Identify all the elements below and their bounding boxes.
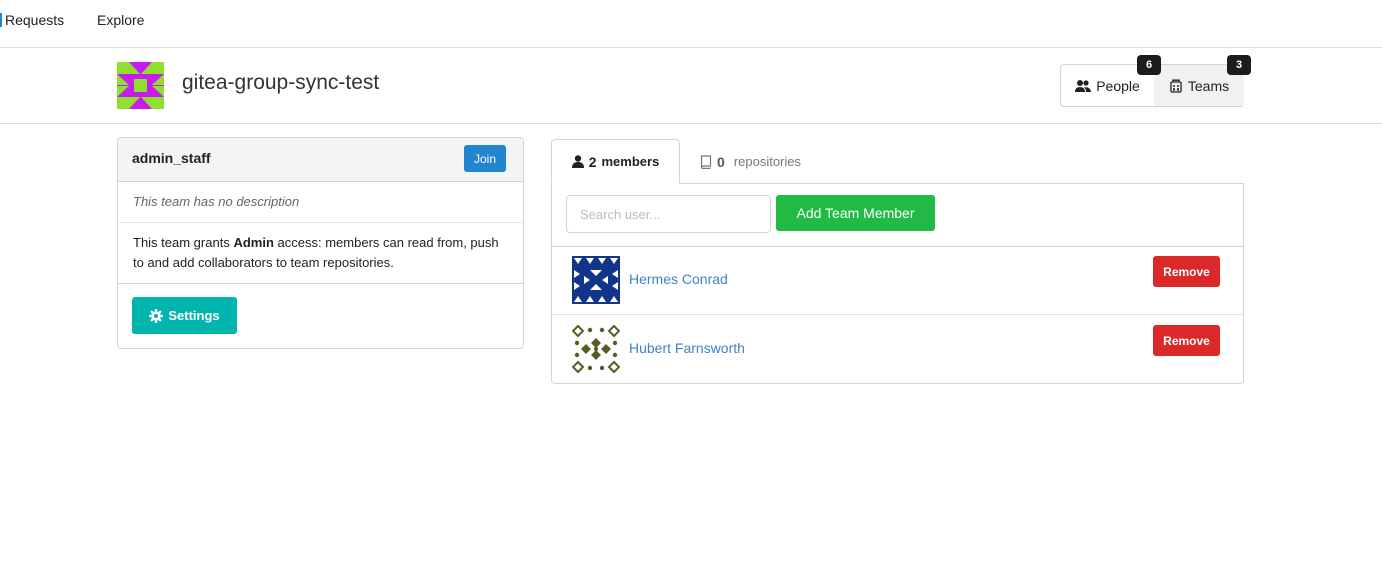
tab-repositories[interactable]: 0 repositories xyxy=(700,139,801,184)
team-info-card: admin_staff Join This team has no descri… xyxy=(117,137,524,349)
people-icon xyxy=(1075,79,1092,92)
team-card-header: admin_staff Join xyxy=(118,138,523,182)
repos-label: repositories xyxy=(733,154,801,169)
add-team-member-button[interactable]: Add Team Member xyxy=(776,195,935,231)
team-tabs: 2 members 0 repositories xyxy=(551,139,1244,184)
nav-requests-link[interactable]: Requests xyxy=(5,12,64,28)
member-name-link[interactable]: Hubert Farnsworth xyxy=(629,340,745,356)
book-icon xyxy=(700,154,712,169)
team-name: admin_staff xyxy=(132,150,211,166)
org-avatar[interactable] xyxy=(117,62,164,109)
search-user-input[interactable] xyxy=(566,195,771,233)
nav-explore-link[interactable]: Explore xyxy=(97,12,144,28)
members-label: members xyxy=(601,154,660,169)
people-label: People xyxy=(1096,77,1140,94)
teams-label: Teams xyxy=(1187,77,1230,94)
team-permission-info: This team grants Admin access: members c… xyxy=(118,223,523,284)
grant-level: Admin xyxy=(233,235,274,250)
members-count: 2 xyxy=(588,153,597,170)
user-icon xyxy=(571,155,584,168)
members-panel: Add Team Member xyxy=(551,183,1244,384)
member-avatar[interactable] xyxy=(572,325,620,373)
member-name-link[interactable]: Hermes Conrad xyxy=(629,271,728,287)
member-row: Hermes Conrad Remove xyxy=(552,246,1243,314)
remove-member-button[interactable]: Remove xyxy=(1153,256,1220,287)
grant-prefix: This team grants xyxy=(133,235,230,250)
tab-members[interactable]: 2 members xyxy=(551,139,680,184)
member-avatar[interactable] xyxy=(572,256,620,304)
add-member-row: Add Team Member xyxy=(552,184,1243,247)
member-row: Hubert Farnsworth Remove xyxy=(552,314,1243,383)
top-navbar: Requests Explore xyxy=(0,0,1382,48)
org-name: gitea-group-sync-test xyxy=(182,71,380,94)
org-menu: People Teams 6 3 xyxy=(1060,55,1251,107)
settings-label: Settings xyxy=(168,308,220,323)
nav-edge-marker xyxy=(0,13,2,27)
gear-icon xyxy=(149,308,164,323)
teams-icon xyxy=(1170,79,1182,93)
remove-member-button[interactable]: Remove xyxy=(1153,325,1220,356)
repos-count: 0 xyxy=(717,153,725,170)
team-permission-text: This team grants Admin access: members c… xyxy=(133,233,513,273)
join-button[interactable]: Join xyxy=(464,145,506,172)
team-description-text: This team has no description xyxy=(133,194,300,209)
team-description: This team has no description xyxy=(118,182,523,223)
team-settings-button[interactable]: Settings xyxy=(132,297,237,334)
org-header: gitea-group-sync-test People Teams 6 3 xyxy=(0,48,1382,124)
teams-count-badge: 3 xyxy=(1227,55,1251,75)
people-count-badge: 6 xyxy=(1137,55,1161,75)
